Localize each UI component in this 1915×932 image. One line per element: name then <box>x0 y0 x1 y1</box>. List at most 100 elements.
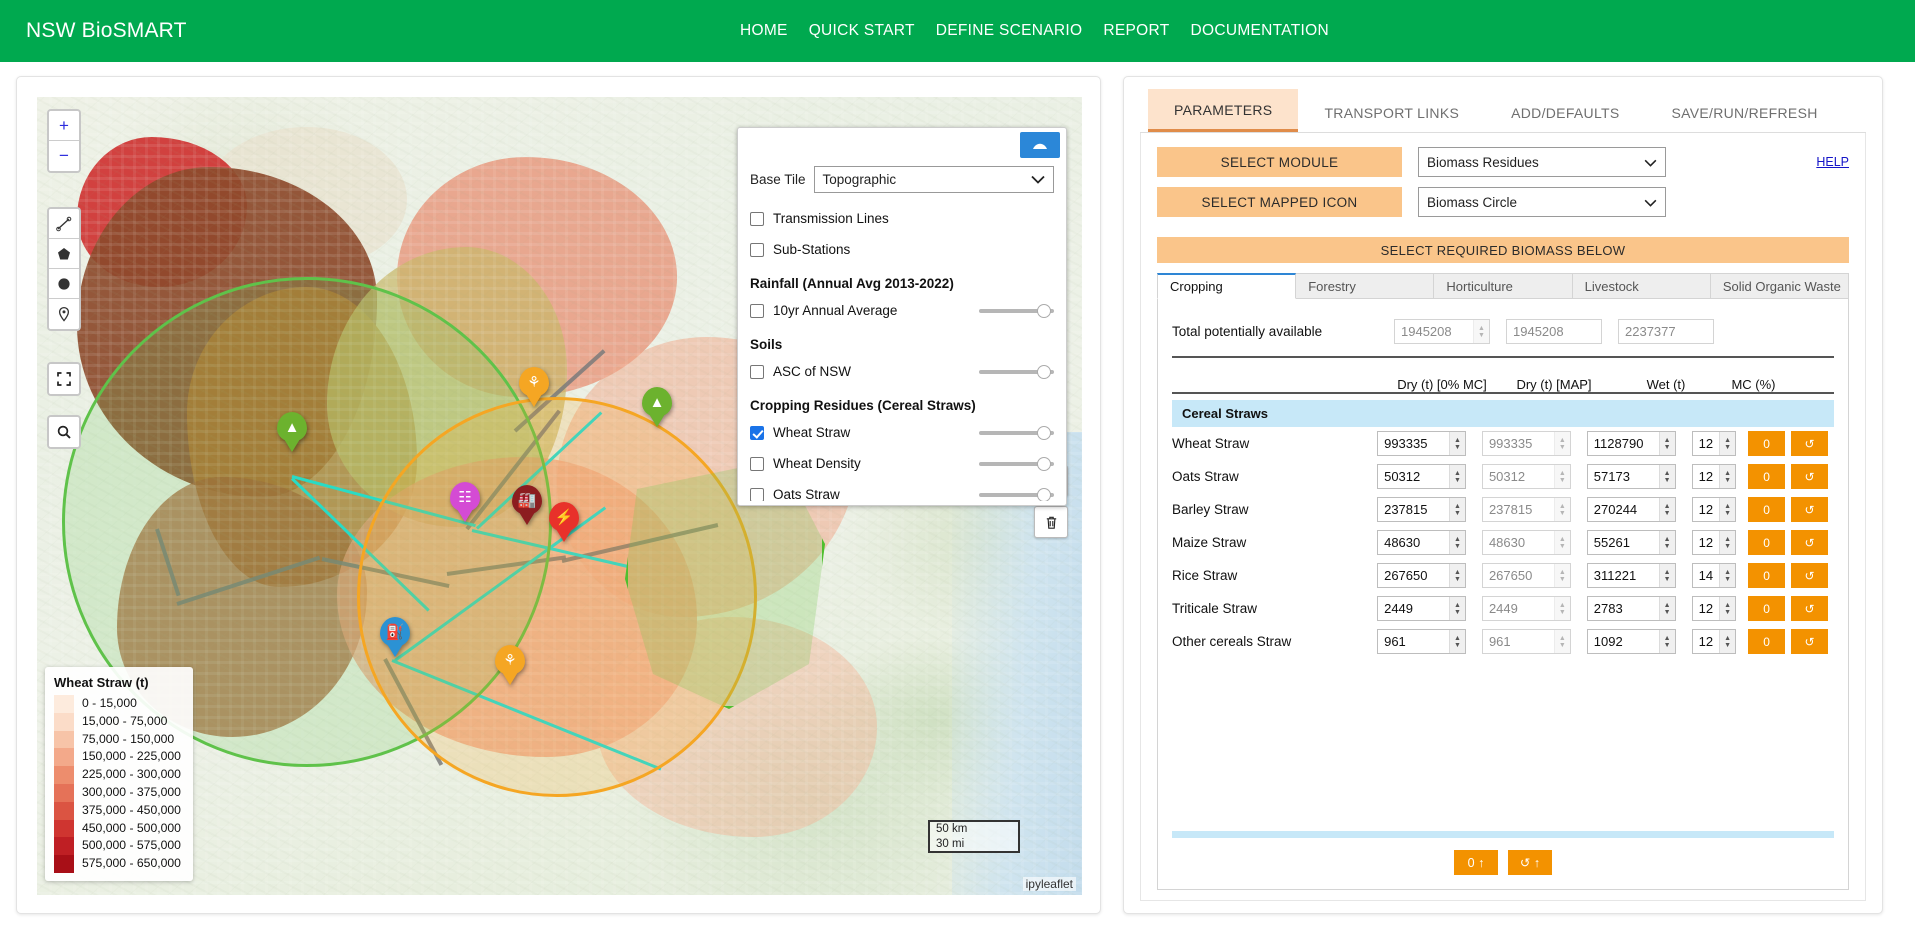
mc-field[interactable]: 12 ▲ ▼ <box>1691 497 1737 522</box>
stepper-arrows-icon[interactable]: ▲ ▼ <box>1448 432 1465 455</box>
subtab-horticulture[interactable]: Horticulture <box>1434 273 1573 299</box>
zero-all-button[interactable]: 0 ↑ <box>1454 850 1498 875</box>
layer-opacity-slider[interactable] <box>979 487 1054 501</box>
total-wet-field[interactable]: 2237377 <box>1618 319 1714 344</box>
crop-marker-south[interactable]: ⚘ <box>495 645 525 685</box>
layer-row[interactable]: Sub-Stations <box>750 234 1054 265</box>
subtab-livestock[interactable]: Livestock <box>1572 273 1711 299</box>
row-zero-button[interactable]: 0 <box>1748 497 1786 522</box>
mc-field[interactable]: 12 ▲ ▼ <box>1691 464 1737 489</box>
stepper-arrows-icon[interactable]: ▲ ▼ <box>1448 531 1465 554</box>
row-zero-button[interactable]: 0 <box>1748 464 1786 489</box>
layer-row[interactable]: Transmission Lines <box>750 203 1054 234</box>
subtab-cropping[interactable]: Cropping <box>1157 273 1297 299</box>
marker-icon[interactable] <box>49 299 79 329</box>
stepper-arrows-icon[interactable]: ▲ ▼ <box>1553 432 1570 455</box>
dry-map-field[interactable]: 48630 ▲ ▼ <box>1481 530 1571 555</box>
layer-row[interactable]: 10yr Annual Average <box>750 295 1054 326</box>
dry-0mc-field[interactable]: 48630 ▲ ▼ <box>1377 530 1466 555</box>
stepper-arrows-icon[interactable]: ▲ ▼ <box>1719 597 1736 620</box>
stepper-arrows-icon[interactable]: ▲ ▼ <box>1473 320 1489 343</box>
dry-map-field[interactable]: 50312 ▲ ▼ <box>1481 464 1571 489</box>
mc-field[interactable]: 12 ▲ ▼ <box>1691 596 1737 621</box>
dry-0mc-field[interactable]: 993335 ▲ ▼ <box>1377 431 1466 456</box>
layer-checkbox[interactable] <box>750 211 764 226</box>
collapse-icon[interactable] <box>1020 132 1060 158</box>
layer-row[interactable]: Wheat Straw <box>750 417 1054 448</box>
circle-icon[interactable] <box>49 269 79 299</box>
layer-row[interactable]: ASC of NSW <box>750 356 1054 387</box>
biorefinery-marker[interactable]: ☷ <box>450 482 480 522</box>
row-zero-button[interactable]: 0 <box>1748 431 1786 456</box>
stepper-arrows-icon[interactable]: ▲ ▼ <box>1719 498 1736 521</box>
row-reset-button[interactable]: ↺ <box>1791 629 1828 654</box>
biomass-depot-marker-west[interactable]: ▲ <box>277 412 307 452</box>
stepper-arrows-icon[interactable]: ▲ ▼ <box>1658 597 1675 620</box>
dry-0mc-field[interactable]: 50312 ▲ ▼ <box>1377 464 1466 489</box>
help-link[interactable]: HELP <box>1816 155 1849 169</box>
dry-map-field[interactable]: 2449 ▲ ▼ <box>1481 596 1571 621</box>
nav-link-report[interactable]: REPORT <box>1103 22 1169 40</box>
row-zero-button[interactable]: 0 <box>1748 530 1786 555</box>
wet-field[interactable]: 2783 ▲ ▼ <box>1586 596 1676 621</box>
dry-0mc-field[interactable]: 2449 ▲ ▼ <box>1377 596 1466 621</box>
stepper-arrows-icon[interactable]: ▲ ▼ <box>1448 465 1465 488</box>
tab-save-run-refresh[interactable]: SAVE/RUN/REFRESH <box>1646 92 1844 132</box>
total-dry-0mc-field[interactable]: 1945208 ▲ ▼ <box>1394 319 1490 344</box>
select-mapped-icon-dropdown[interactable]: Biomass Circle <box>1418 187 1666 217</box>
stepper-arrows-icon[interactable]: ▲ ▼ <box>1448 597 1465 620</box>
stepper-arrows-icon[interactable]: ▲ ▼ <box>1448 564 1465 587</box>
delete-trash-icon[interactable] <box>1034 506 1068 538</box>
layer-row[interactable]: Wheat Density <box>750 448 1054 479</box>
layer-checkbox[interactable] <box>750 303 764 318</box>
transport-hub-marker[interactable]: ⛽ <box>380 617 410 657</box>
layer-opacity-slider[interactable] <box>979 364 1054 379</box>
base-tile-select[interactable]: Topographic <box>813 166 1054 193</box>
select-module-dropdown[interactable]: Biomass Residues <box>1418 147 1666 177</box>
row-zero-button[interactable]: 0 <box>1748 563 1786 588</box>
wet-field[interactable]: 311221 ▲ ▼ <box>1586 563 1676 588</box>
row-reset-button[interactable]: ↺ <box>1791 563 1828 588</box>
dry-map-field[interactable]: 267650 ▲ ▼ <box>1481 563 1571 588</box>
stepper-arrows-icon[interactable]: ▲ ▼ <box>1658 564 1675 587</box>
stepper-arrows-icon[interactable]: ▲ ▼ <box>1553 498 1570 521</box>
search-icon[interactable] <box>49 417 79 447</box>
stepper-arrows-icon[interactable]: ▲ ▼ <box>1658 630 1675 653</box>
layer-opacity-slider[interactable] <box>979 456 1054 471</box>
wet-field[interactable]: 270244 ▲ ▼ <box>1586 497 1676 522</box>
nav-link-quick-start[interactable]: QUICK START <box>809 22 915 40</box>
fullscreen-icon[interactable] <box>49 364 79 394</box>
layer-list[interactable]: Transmission Lines Sub-Stations Rainfall (… <box>738 201 1066 501</box>
map-viewport[interactable]: ▲ ▲ ⚘ ☷ 🏭 ⚡ ⛽ ⚘ + − Base Tile Topographi… <box>37 97 1082 895</box>
tab-transport-links[interactable]: TRANSPORT LINKS <box>1298 92 1485 132</box>
mc-field[interactable]: 12 ▲ ▼ <box>1691 431 1737 456</box>
stepper-arrows-icon[interactable]: ▲ ▼ <box>1719 564 1736 587</box>
layer-checkbox[interactable] <box>750 242 764 257</box>
polygon-icon[interactable] <box>49 239 79 269</box>
stepper-arrows-icon[interactable]: ▲ ▼ <box>1553 465 1570 488</box>
tab-parameters[interactable]: PARAMETERS <box>1148 89 1299 132</box>
layer-checkbox[interactable] <box>750 425 764 440</box>
stepper-arrows-icon[interactable]: ▲ ▼ <box>1719 531 1736 554</box>
stepper-arrows-icon[interactable]: ▲ ▼ <box>1553 630 1570 653</box>
dry-0mc-field[interactable]: 267650 ▲ ▼ <box>1377 563 1466 588</box>
layer-opacity-slider[interactable] <box>979 303 1054 318</box>
dry-map-field[interactable]: 993335 ▲ ▼ <box>1481 431 1571 456</box>
nav-link-home[interactable]: HOME <box>740 22 788 40</box>
stepper-arrows-icon[interactable]: ▲ ▼ <box>1658 498 1675 521</box>
nav-link-define-scenario[interactable]: DEFINE SCENARIO <box>936 22 1083 40</box>
mc-field[interactable]: 12 ▲ ▼ <box>1691 530 1737 555</box>
factory-marker[interactable]: 🏭 <box>512 485 542 525</box>
stepper-arrows-icon[interactable]: ▲ ▼ <box>1448 630 1465 653</box>
tab-add-defaults[interactable]: ADD/DEFAULTS <box>1485 92 1645 132</box>
layer-opacity-slider[interactable] <box>979 425 1054 440</box>
biomass-rows-scroll[interactable]: Cereal Straws Wheat Straw 993335 ▲ ▼ 993335 ▲… <box>1172 394 1834 829</box>
layer-checkbox[interactable] <box>750 364 764 379</box>
stepper-arrows-icon[interactable]: ▲ ▼ <box>1448 498 1465 521</box>
dry-0mc-field[interactable]: 961 ▲ ▼ <box>1377 629 1466 654</box>
row-reset-button[interactable]: ↺ <box>1791 497 1828 522</box>
dry-map-field[interactable]: 961 ▲ ▼ <box>1481 629 1571 654</box>
wet-field[interactable]: 1128790 ▲ ▼ <box>1586 431 1676 456</box>
layer-row[interactable]: Oats Straw <box>750 479 1054 501</box>
wet-field[interactable]: 55261 ▲ ▼ <box>1586 530 1676 555</box>
